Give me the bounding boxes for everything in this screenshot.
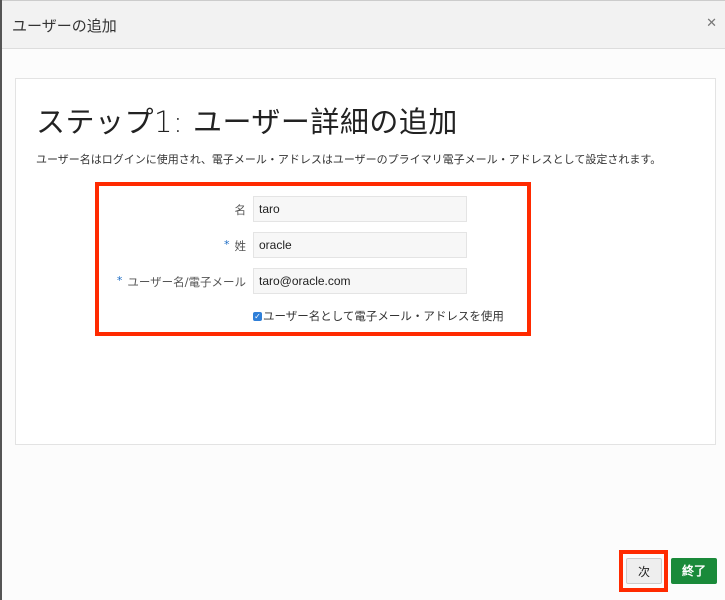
form-highlight-box (95, 182, 531, 336)
dialog-header: ユーザーの追加 ✕ (2, 0, 725, 49)
close-icon[interactable]: ✕ (706, 16, 717, 31)
step-description: ユーザー名はログインに使用され、電子メール・アドレスはユーザーのプライマリ電子メ… (36, 153, 662, 166)
finish-button[interactable]: 終了 (671, 558, 717, 584)
next-highlight-box (619, 550, 668, 592)
add-user-dialog: ユーザーの追加 ✕ ステップ1: ユーザー詳細の追加 ユーザー名はログインに使用… (0, 0, 725, 600)
step-title: ステップ1: ユーザー詳細の追加 (36, 105, 458, 139)
dialog-title: ユーザーの追加 (12, 17, 117, 35)
